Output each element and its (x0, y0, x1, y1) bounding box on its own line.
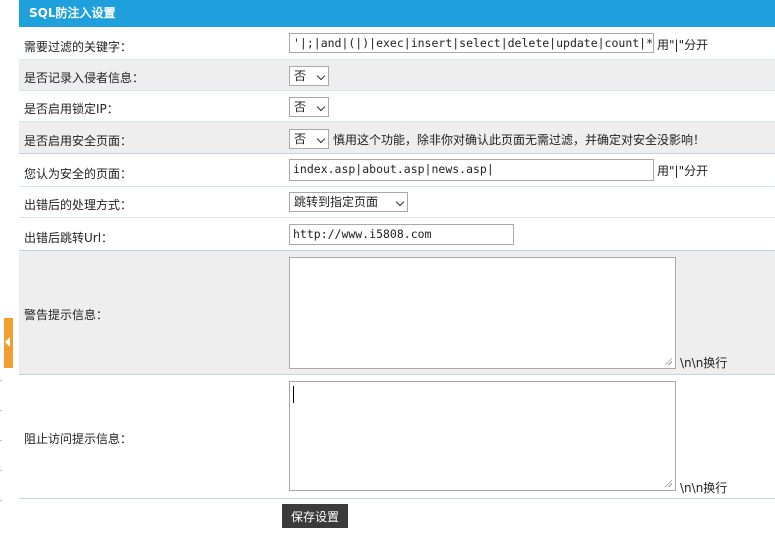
safe-pages-enabled-select[interactable]: 否 (289, 129, 329, 149)
safe-pages-enabled-value: 否 (294, 132, 307, 146)
block-message-textarea[interactable] (289, 381, 676, 491)
error-action-row: 出错后的处理方式： 跳转到指定页面 (19, 187, 775, 218)
keywords-label: 需要过滤的关键字： (24, 40, 133, 54)
sql-injection-settings-panel: SQL防注入设置 需要过滤的关键字： '|;|and|(|)|exec|inse… (19, 0, 775, 534)
log-intruder-label: 是否记录入侵者信息： (24, 71, 145, 85)
text-cursor (293, 386, 294, 403)
redirect-url-label: 出错后跳转Url： (24, 231, 114, 245)
chevron-down-icon (395, 197, 405, 207)
sidebar-edge (0, 380, 2, 520)
block-message-hint: \n\n换行 (680, 481, 728, 495)
lock-ip-value: 否 (294, 100, 307, 114)
log-intruder-row: 是否记录入侵者信息： 否 (19, 60, 775, 91)
panel-title: SQL防注入设置 (19, 0, 775, 27)
log-intruder-value: 否 (294, 69, 307, 83)
redirect-url-input[interactable]: http://www.i5808.com (289, 224, 514, 245)
resize-grip-icon[interactable] (664, 479, 672, 487)
save-settings-button[interactable]: 保存设置 (282, 504, 348, 528)
lock-ip-select[interactable]: 否 (289, 97, 329, 117)
safe-pages-enabled-label: 是否启用安全页面： (24, 134, 133, 148)
chevron-down-icon (316, 134, 326, 144)
error-action-value: 跳转到指定页面 (294, 195, 379, 209)
chevron-down-icon (316, 102, 326, 112)
collapse-arrow-icon (5, 337, 10, 347)
lock-ip-label: 是否启用锁定IP： (24, 102, 119, 116)
safe-pages-hint: 用"|"分开 (657, 164, 709, 178)
keywords-hint: 用"|"分开 (657, 38, 709, 52)
resize-grip-icon[interactable] (664, 357, 672, 365)
redirect-url-row: 出错后跳转Url： http://www.i5808.com (19, 218, 775, 251)
block-message-label: 阻止访问提示信息： (24, 432, 133, 446)
warning-message-row: 警告提示信息： \n\n换行 (19, 251, 775, 375)
sidebar-collapse-tab[interactable] (4, 318, 13, 368)
error-action-select[interactable]: 跳转到指定页面 (289, 192, 408, 212)
chevron-down-icon (316, 71, 326, 81)
keywords-input[interactable]: '|;|and|(|)|exec|insert|select|delete|up… (289, 33, 654, 53)
safe-pages-warning: 慎用这个功能，除非你对确认此页面无需过滤，并确定对安全没影响！ (333, 133, 706, 147)
safe-pages-enabled-row: 是否启用安全页面： 否 慎用这个功能，除非你对确认此页面无需过滤，并确定对安全没… (19, 122, 775, 154)
lock-ip-row: 是否启用锁定IP： 否 (19, 91, 775, 122)
safe-pages-input[interactable]: index.asp|about.asp|news.asp| (289, 159, 654, 181)
block-message-row: 阻止访问提示信息： \n\n换行 (19, 375, 775, 499)
error-action-label: 出错后的处理方式： (24, 198, 133, 212)
warning-message-hint: \n\n换行 (680, 356, 728, 370)
safe-pages-row: 您认为安全的页面： index.asp|about.asp|news.asp| … (19, 154, 775, 187)
warning-message-textarea[interactable] (289, 257, 676, 369)
keywords-row: 需要过滤的关键字： '|;|and|(|)|exec|insert|select… (19, 27, 775, 60)
warning-message-label: 警告提示信息： (24, 308, 109, 322)
log-intruder-select[interactable]: 否 (289, 66, 329, 86)
safe-pages-label: 您认为安全的页面： (24, 167, 133, 181)
